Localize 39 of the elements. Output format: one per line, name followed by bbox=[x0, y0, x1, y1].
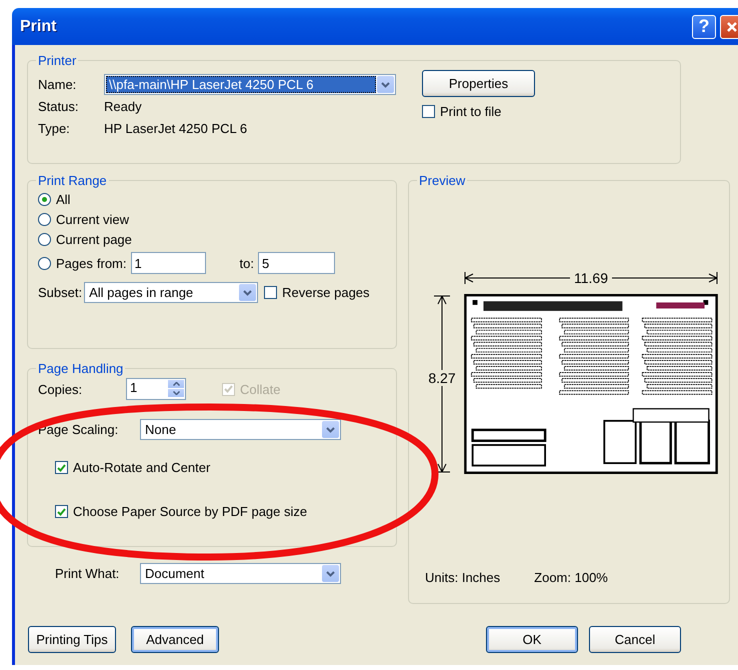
dialog-button[interactable]: Printing Tips bbox=[28, 626, 116, 653]
field-label: from: bbox=[96, 256, 126, 270]
range-radio[interactable]: Current page bbox=[38, 232, 132, 247]
status-value: Ready bbox=[104, 99, 142, 114]
group-title: Page Handling bbox=[37, 361, 124, 376]
group-title: Preview bbox=[418, 173, 466, 188]
range-radio[interactable]: Current view bbox=[38, 212, 129, 227]
print-to-file-checkbox[interactable]: Print to file bbox=[422, 104, 502, 119]
range-radio[interactable]: All bbox=[38, 192, 70, 207]
field-label: Status: bbox=[38, 99, 80, 114]
subset-dropdown[interactable]: All pages in range bbox=[84, 282, 258, 303]
page-scaling-dropdown[interactable]: None bbox=[140, 419, 341, 440]
field-label: Copies: bbox=[38, 382, 84, 396]
window-title: Print bbox=[20, 18, 58, 36]
range-radio[interactable]: Pages bbox=[38, 256, 93, 270]
units-text: Units: Inches bbox=[425, 570, 500, 585]
zoom-text: Zoom: 100% bbox=[534, 570, 608, 585]
width-value: 11.69 bbox=[570, 270, 612, 286]
copies-spinner[interactable]: 1 bbox=[126, 378, 186, 400]
field-label: Name: bbox=[38, 77, 78, 92]
type-value: HP LaserJet 4250 PCL 6 bbox=[104, 121, 248, 136]
dialog-button[interactable]: Cancel bbox=[589, 626, 681, 653]
dialog-button[interactable]: OK bbox=[486, 626, 578, 653]
to-page-field[interactable]: 5 bbox=[258, 252, 335, 274]
option-checkbox[interactable]: Auto-Rotate and Center bbox=[55, 460, 210, 475]
help-button[interactable]: ? bbox=[692, 14, 716, 38]
print-what-dropdown[interactable]: Document bbox=[140, 563, 341, 584]
printer-dropdown[interactable]: \\pfa-main\HP LaserJet 4250 PCL 6 bbox=[104, 74, 396, 95]
field-label: Subset: bbox=[38, 285, 82, 300]
option-checkbox[interactable]: Choose Paper Source by PDF page size bbox=[55, 504, 308, 519]
from-page-field[interactable]: 1 bbox=[130, 252, 206, 274]
group-title: Printer bbox=[37, 53, 78, 68]
field-label: Type: bbox=[38, 121, 71, 136]
group-title: Print Range bbox=[37, 173, 108, 188]
reverse-pages-checkbox[interactable]: Reverse pages bbox=[264, 285, 370, 300]
dialog-button[interactable]: Advanced bbox=[131, 626, 219, 653]
field-label: Print What: bbox=[55, 566, 120, 581]
properties-button[interactable]: Properties bbox=[422, 70, 535, 97]
field-label: to: bbox=[240, 256, 254, 270]
